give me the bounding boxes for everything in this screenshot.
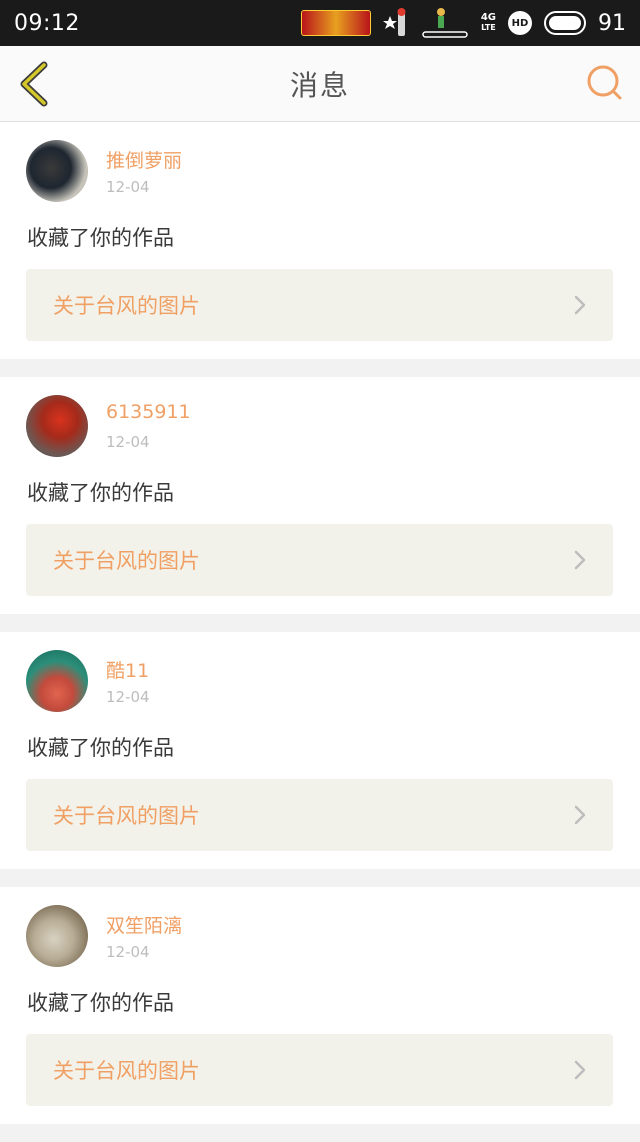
network-sub-label: LTE — [481, 23, 496, 32]
battery-icon — [544, 11, 586, 35]
username[interactable]: 酷11 — [106, 656, 149, 683]
signal-icon: 4G LTE — [481, 13, 496, 33]
work-link[interactable]: 关于台风的图片 — [26, 524, 613, 596]
message-card: 双笙陌漓 12-04 收藏了你的作品 关于台风的图片 — [0, 887, 640, 1124]
message-date: 12-04 — [106, 433, 150, 451]
avatar[interactable] — [26, 905, 88, 967]
work-link-label: 关于台风的图片 — [53, 549, 200, 573]
nav-bar: 消息 — [0, 46, 640, 122]
message-date: 12-04 — [106, 178, 150, 196]
message-action: 收藏了你的作品 — [27, 226, 174, 250]
chevron-right-icon — [573, 294, 587, 316]
chevron-left-icon — [20, 61, 48, 107]
work-link-label: 关于台风的图片 — [53, 1059, 200, 1083]
avatar[interactable] — [26, 395, 88, 457]
message-action: 收藏了你的作品 — [27, 736, 174, 760]
username[interactable]: 双笙陌漓 — [106, 911, 182, 938]
chevron-right-icon — [573, 1059, 587, 1081]
back-button[interactable] — [16, 60, 52, 108]
username[interactable]: 6135911 — [106, 401, 191, 423]
status-bar: 09:12 4G LTE HD 91 — [0, 0, 640, 46]
message-action: 收藏了你的作品 — [27, 991, 174, 1015]
figure-icon — [421, 6, 469, 40]
message-date: 12-04 — [106, 943, 150, 961]
search-icon — [587, 65, 622, 100]
message-card: 酷11 12-04 收藏了你的作品 关于台风的图片 — [0, 632, 640, 869]
message-card: 6135911 12-04 收藏了你的作品 关于台风的图片 — [0, 377, 640, 614]
avatar[interactable] — [26, 140, 88, 202]
work-link[interactable]: 关于台风的图片 — [26, 779, 613, 851]
network-label: 4G — [480, 12, 496, 23]
status-icons: 4G LTE HD 91 — [300, 6, 626, 40]
character-icon — [382, 6, 409, 40]
work-link-label: 关于台风的图片 — [53, 804, 200, 828]
hd-icon: HD — [508, 11, 532, 35]
work-link[interactable]: 关于台风的图片 — [26, 1034, 613, 1106]
chevron-right-icon — [573, 549, 587, 571]
avatar[interactable] — [26, 650, 88, 712]
game-banner-icon — [300, 10, 371, 36]
battery-level: 91 — [598, 10, 626, 36]
message-date: 12-04 — [106, 688, 150, 706]
hd-label: HD — [511, 17, 529, 29]
message-list: 推倒萝丽 12-04 收藏了你的作品 关于台风的图片 6135911 12-04… — [0, 122, 640, 1142]
username[interactable]: 推倒萝丽 — [106, 146, 182, 173]
chevron-right-icon — [573, 804, 587, 826]
status-time: 09:12 — [14, 10, 80, 36]
search-button[interactable] — [584, 62, 624, 102]
work-link-label: 关于台风的图片 — [53, 294, 200, 318]
message-action: 收藏了你的作品 — [27, 481, 174, 505]
message-card: 推倒萝丽 12-04 收藏了你的作品 关于台风的图片 — [0, 122, 640, 359]
work-link[interactable]: 关于台风的图片 — [26, 269, 613, 341]
page-title: 消息 — [289, 68, 350, 102]
